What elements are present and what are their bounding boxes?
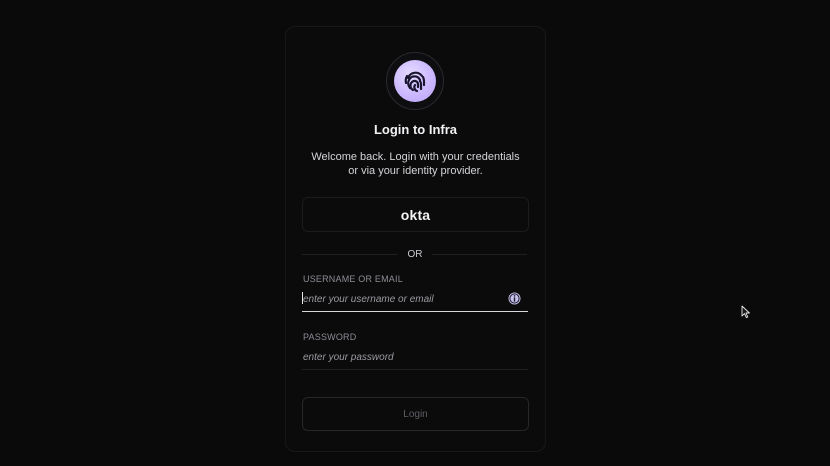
login-page: Login to Infra Welcome back. Login with … bbox=[0, 0, 830, 466]
username-underline bbox=[302, 311, 528, 312]
username-input[interactable] bbox=[302, 289, 527, 309]
divider-or: OR bbox=[407, 249, 423, 260]
subtitle-line-1: Welcome back. Login with your credential… bbox=[311, 151, 520, 163]
info-icon[interactable] bbox=[508, 292, 521, 305]
username-label: USERNAME OR EMAIL bbox=[303, 274, 403, 284]
okta-login-button[interactable]: okta bbox=[302, 197, 529, 232]
app-logo bbox=[386, 52, 444, 110]
mouse-pointer-icon bbox=[741, 305, 750, 319]
page-title: Login to Infra bbox=[373, 122, 458, 137]
subtitle-line-2: or via your identity provider. bbox=[348, 165, 483, 177]
divider-right bbox=[432, 254, 527, 255]
password-label: PASSWORD bbox=[303, 332, 357, 342]
page-subtitle: Welcome back. Login with your credential… bbox=[285, 150, 546, 178]
text-caret bbox=[302, 292, 303, 304]
login-button[interactable]: Login bbox=[302, 397, 529, 431]
password-underline bbox=[302, 369, 528, 370]
fingerprint-icon bbox=[394, 60, 436, 102]
password-input[interactable] bbox=[302, 347, 527, 367]
divider-left bbox=[302, 254, 398, 255]
